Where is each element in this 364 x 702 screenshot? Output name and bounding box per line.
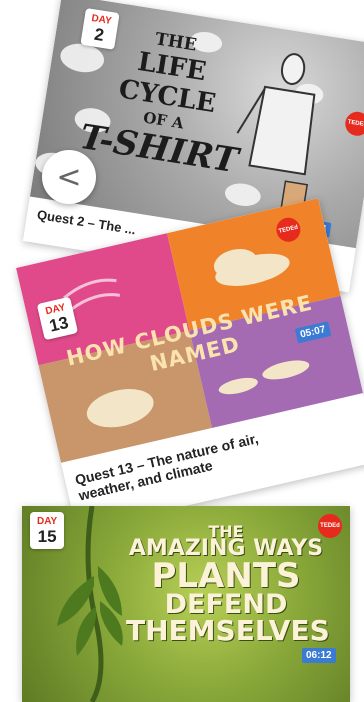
- video-title-art: THE AMAZING WAYS PLANTS DEFEND THEMSELVE…: [126, 523, 330, 648]
- day-number: 2: [93, 24, 106, 45]
- day-number: 13: [47, 312, 71, 336]
- day-label: DAY: [37, 516, 58, 527]
- title-line: THEMSELVES: [126, 614, 330, 648]
- ted-ed-badge: TEDEd: [318, 514, 342, 538]
- day-badge: DAY 2: [80, 7, 120, 50]
- video-thumbnail[interactable]: THE AMAZING WAYS PLANTS DEFEND THEMSELVE…: [22, 506, 350, 702]
- day-number: 15: [37, 527, 57, 546]
- day-badge: DAY 15: [30, 512, 65, 549]
- title-line: PLANTS: [151, 556, 301, 597]
- carousel-prev-button[interactable]: <: [42, 150, 96, 204]
- video-card-day-15[interactable]: THE AMAZING WAYS PLANTS DEFEND THEMSELVE…: [22, 506, 350, 702]
- chevron-left-icon: <: [56, 159, 82, 195]
- video-duration: 06:12: [302, 648, 336, 663]
